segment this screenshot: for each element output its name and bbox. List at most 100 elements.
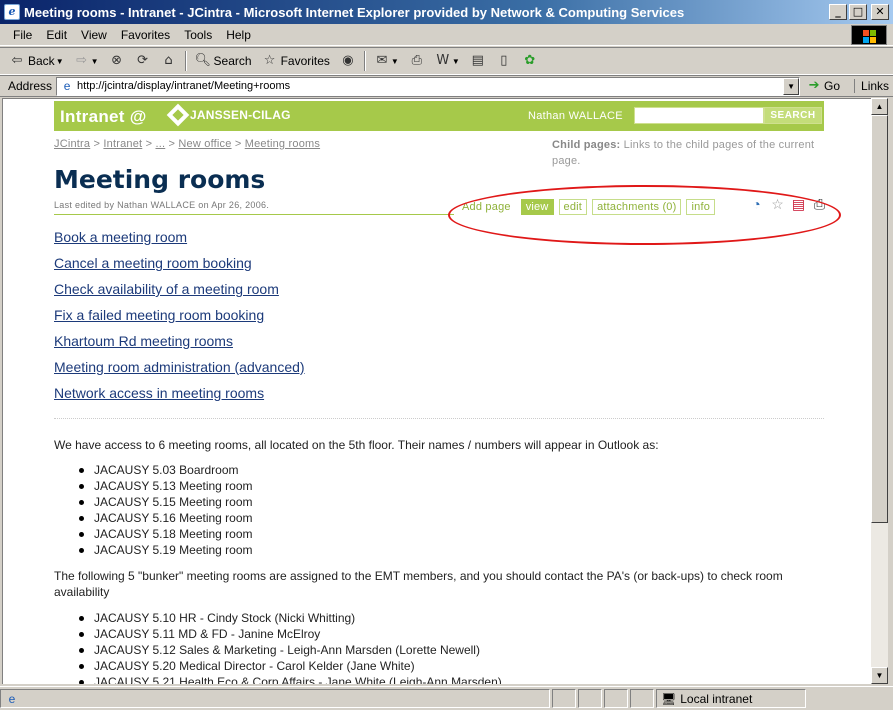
word-edit-button[interactable]: W ▼ <box>430 50 465 72</box>
links-button[interactable]: Links <box>854 79 889 93</box>
page-viewport[interactable]: Intranet @ JANSSEN-CILAG Nathan WALLACE … <box>2 98 871 684</box>
messenger-button[interactable]: ✿ <box>517 50 543 72</box>
window-title: Meeting rooms - Intranet - JCintra - Mic… <box>24 4 685 20</box>
discuss-button[interactable]: ▤ <box>465 50 491 72</box>
site-search-button[interactable]: SEARCH <box>764 107 822 124</box>
breadcrumb-ellipsis[interactable]: ... <box>155 138 165 150</box>
favorites-button[interactable]: ☆ Favorites <box>257 50 335 72</box>
child-pages-label: Child pages: <box>552 139 621 151</box>
page-icon: e <box>63 79 71 93</box>
mail-dropdown-icon[interactable]: ▼ <box>391 57 399 66</box>
list-item: JACAUSY 5.12 Sales & Marketing - Leigh-A… <box>75 642 502 658</box>
close-button[interactable]: ✕ <box>871 4 889 20</box>
search-icon: 🔍︎ <box>194 53 212 68</box>
breadcrumb-separator: > <box>93 138 101 150</box>
intranet-header: Intranet @ JANSSEN-CILAG Nathan WALLACE … <box>54 101 824 131</box>
home-button[interactable]: ⌂ <box>156 50 182 72</box>
link-cancel-booking[interactable]: Cancel a meeting room booking <box>54 255 305 281</box>
breadcrumb-separator: > <box>234 138 242 150</box>
child-pages-note: Child pages: Links to the child pages of… <box>552 137 822 169</box>
menu-help[interactable]: Help <box>219 28 258 42</box>
windows-logo-icon <box>851 25 887 45</box>
menu-bar: File Edit View Favorites Tools Help <box>0 24 893 46</box>
refresh-button[interactable]: ⟳ <box>130 50 156 72</box>
status-pane <box>630 689 654 708</box>
media-button[interactable]: ◉ <box>335 50 361 72</box>
research-icon: ▯ <box>500 53 508 68</box>
go-label: Go <box>824 79 841 93</box>
list-item: JACAUSY 5.13 Meeting room <box>75 478 253 494</box>
breadcrumb-meeting-rooms[interactable]: Meeting rooms <box>245 138 320 150</box>
search-label: Search <box>213 54 252 68</box>
window-title-bar[interactable]: e Meeting rooms - Intranet - JCintra - M… <box>0 0 893 24</box>
edit-dropdown-icon[interactable]: ▼ <box>452 57 460 66</box>
link-khartoum-rd-rooms[interactable]: Khartoum Rd meeting rooms <box>54 333 305 359</box>
breadcrumb-jcintra[interactable]: JCintra <box>54 138 90 150</box>
link-room-administration[interactable]: Meeting room administration (advanced) <box>54 359 305 385</box>
breadcrumb-intranet[interactable]: Intranet <box>103 138 142 150</box>
minimize-button[interactable]: _ <box>829 4 847 20</box>
janssen-logo-icon <box>166 103 190 127</box>
menu-tools[interactable]: Tools <box>177 28 219 42</box>
address-dropdown-icon[interactable]: ▼ <box>783 77 800 95</box>
mail-icon: ✉ <box>376 53 388 68</box>
address-input[interactable]: e http://jcintra/display/intranet/Meetin… <box>56 76 801 96</box>
site-search-input[interactable] <box>634 107 764 124</box>
research-button[interactable]: ▯ <box>491 50 517 72</box>
back-button[interactable]: ⇦ Back ▼ <box>4 50 69 72</box>
scroll-thumb[interactable] <box>871 115 888 523</box>
link-book-meeting-room[interactable]: Book a meeting room <box>54 229 305 255</box>
standard-toolbar: ⇦ Back ▼ ⇨ ▼ ⊗ ⟳ ⌂ 🔍︎ Search ☆ Favorites… <box>0 47 893 75</box>
menu-file[interactable]: File <box>6 28 39 42</box>
print-button[interactable]: ⎙ <box>404 50 430 72</box>
back-label: Back <box>28 54 55 68</box>
link-check-availability[interactable]: Check availability of a meeting room <box>54 281 305 307</box>
intranet-zone-icon: 🖥︎ <box>661 691 677 706</box>
menu-view[interactable]: View <box>74 28 114 42</box>
list-item: JACAUSY 5.18 Meeting room <box>75 526 253 542</box>
status-message-pane: e <box>0 689 550 708</box>
menu-edit[interactable]: Edit <box>39 28 74 42</box>
rooms-list: JACAUSY 5.03 Boardroom JACAUSY 5.13 Meet… <box>75 462 253 558</box>
list-item: JACAUSY 5.15 Meeting room <box>75 494 253 510</box>
scroll-up-button[interactable]: ▲ <box>871 98 888 115</box>
go-arrow-icon: ➔ <box>808 78 820 93</box>
forward-button[interactable]: ⇨ ▼ <box>69 50 104 72</box>
maximize-button[interactable]: □ <box>849 4 867 20</box>
refresh-icon: ⟳ <box>137 53 148 68</box>
stop-icon: ⊗ <box>111 53 122 68</box>
go-button[interactable]: ➔ Go <box>806 78 840 94</box>
last-edited-user[interactable]: Nathan WALLACE <box>117 200 195 210</box>
list-item: JACAUSY 5.16 Meeting room <box>75 510 253 526</box>
mail-button[interactable]: ✉ ▼ <box>369 50 404 72</box>
company-logo: JANSSEN-CILAG <box>166 103 291 127</box>
list-item: JACAUSY 5.20 Medical Director - Carol Ke… <box>75 658 502 674</box>
link-fix-failed-booking[interactable]: Fix a failed meeting room booking <box>54 307 305 333</box>
last-edited-line: Last edited by Nathan WALLACE on Apr 26,… <box>54 200 269 210</box>
scroll-down-button[interactable]: ▼ <box>871 667 888 684</box>
messenger-icon: ✿ <box>524 53 536 68</box>
ie-icon: e <box>4 4 20 20</box>
print-icon: ⎙ <box>411 53 423 68</box>
link-network-access[interactable]: Network access in meeting rooms <box>54 385 305 411</box>
breadcrumb-new-office[interactable]: New office <box>178 138 231 150</box>
forward-dropdown-icon[interactable]: ▼ <box>91 57 99 66</box>
favorites-label: Favorites <box>280 54 330 68</box>
user-name[interactable]: Nathan WALLACE <box>528 110 623 122</box>
back-arrow-icon: ⇦ <box>11 53 23 68</box>
back-dropdown-icon[interactable]: ▼ <box>56 57 64 66</box>
status-pane <box>604 689 628 708</box>
page-status-icon: e <box>8 691 16 706</box>
menu-favorites[interactable]: Favorites <box>114 28 177 42</box>
stop-button[interactable]: ⊗ <box>104 50 130 72</box>
address-url[interactable]: http://jcintra/display/intranet/Meeting+… <box>77 80 290 92</box>
vertical-scrollbar[interactable]: ▲ ▼ <box>871 98 888 684</box>
title-divider <box>54 214 454 215</box>
breadcrumb-separator: > <box>168 138 176 150</box>
intranet-title[interactable]: Intranet @ <box>60 107 147 127</box>
rooms-intro: We have access to 6 meeting rooms, all l… <box>54 438 659 452</box>
search-button[interactable]: 🔍︎ Search <box>190 50 257 72</box>
section-divider <box>54 418 824 419</box>
status-pane <box>552 689 576 708</box>
list-item: JACAUSY 5.11 MD & FD - Janine McElroy <box>75 626 502 642</box>
